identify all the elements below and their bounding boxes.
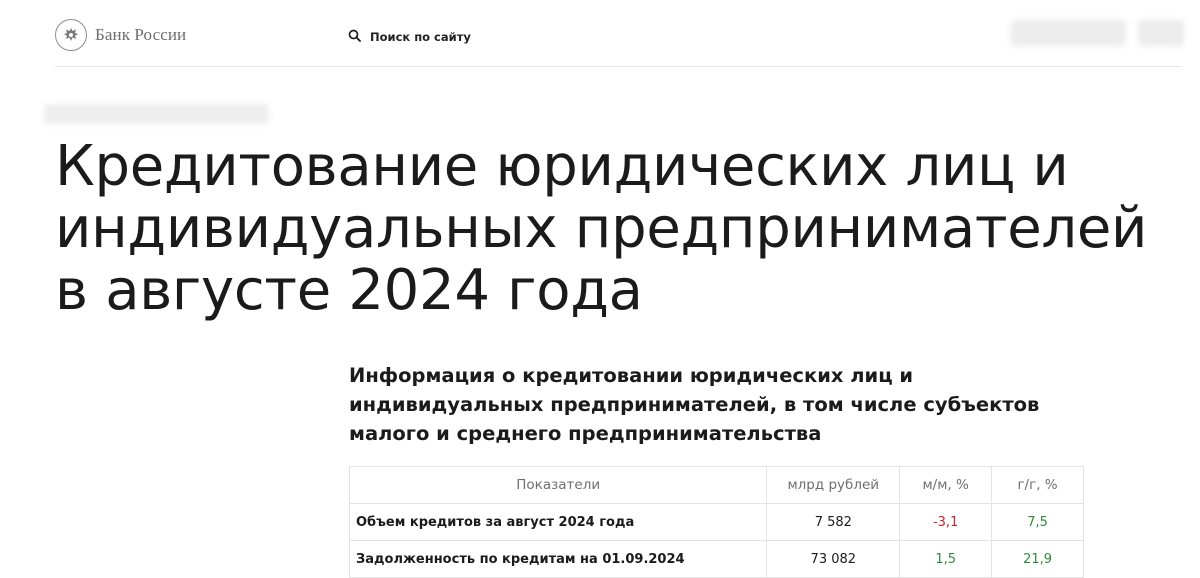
row-yoy: 21,9	[991, 540, 1084, 578]
search-icon	[348, 27, 361, 46]
row-label: Объем кредитов за август 2024 года	[348, 503, 768, 541]
logo-link[interactable]: Банк России	[55, 19, 186, 51]
lending-stats-table: Показатели млрд рублей м/м, % г/г, % Объ…	[348, 466, 1084, 578]
page-title: Кредитование юридических лиц и индивидуа…	[55, 134, 1148, 323]
table-row: Объем кредитов за август 2024 года 7 582…	[348, 503, 1084, 541]
row-yoy: 7,5	[991, 503, 1084, 541]
column-header-yoy: г/г, %	[991, 466, 1084, 504]
table-header-row: Показатели млрд рублей м/м, % г/г, %	[348, 466, 1084, 504]
row-value: 73 082	[766, 540, 901, 578]
double-headed-eagle-icon	[55, 19, 87, 51]
search-button[interactable]: Поиск по сайту	[348, 27, 471, 46]
row-mom: 1,5	[899, 540, 993, 578]
logo-text: Банк России	[95, 25, 187, 44]
row-mom: -3,1	[899, 503, 993, 541]
breadcrumb[interactable]	[44, 104, 269, 124]
row-label: Задолженность по кредитам на 01.09.2024	[348, 540, 768, 578]
row-value: 7 582	[766, 503, 901, 541]
search-label: Поиск по сайту	[370, 29, 471, 44]
header-blurred-control[interactable]	[1138, 20, 1184, 46]
table-row: Задолженность по кредитам на 01.09.2024 …	[348, 540, 1084, 578]
header-blurred-link[interactable]	[1011, 20, 1126, 46]
column-header-mom: м/м, %	[899, 466, 993, 504]
section-subtitle: Информация о кредитовании юридических ли…	[349, 364, 1040, 445]
column-header-indicator: Показатели	[348, 466, 768, 504]
column-header-value: млрд рублей	[766, 466, 901, 504]
